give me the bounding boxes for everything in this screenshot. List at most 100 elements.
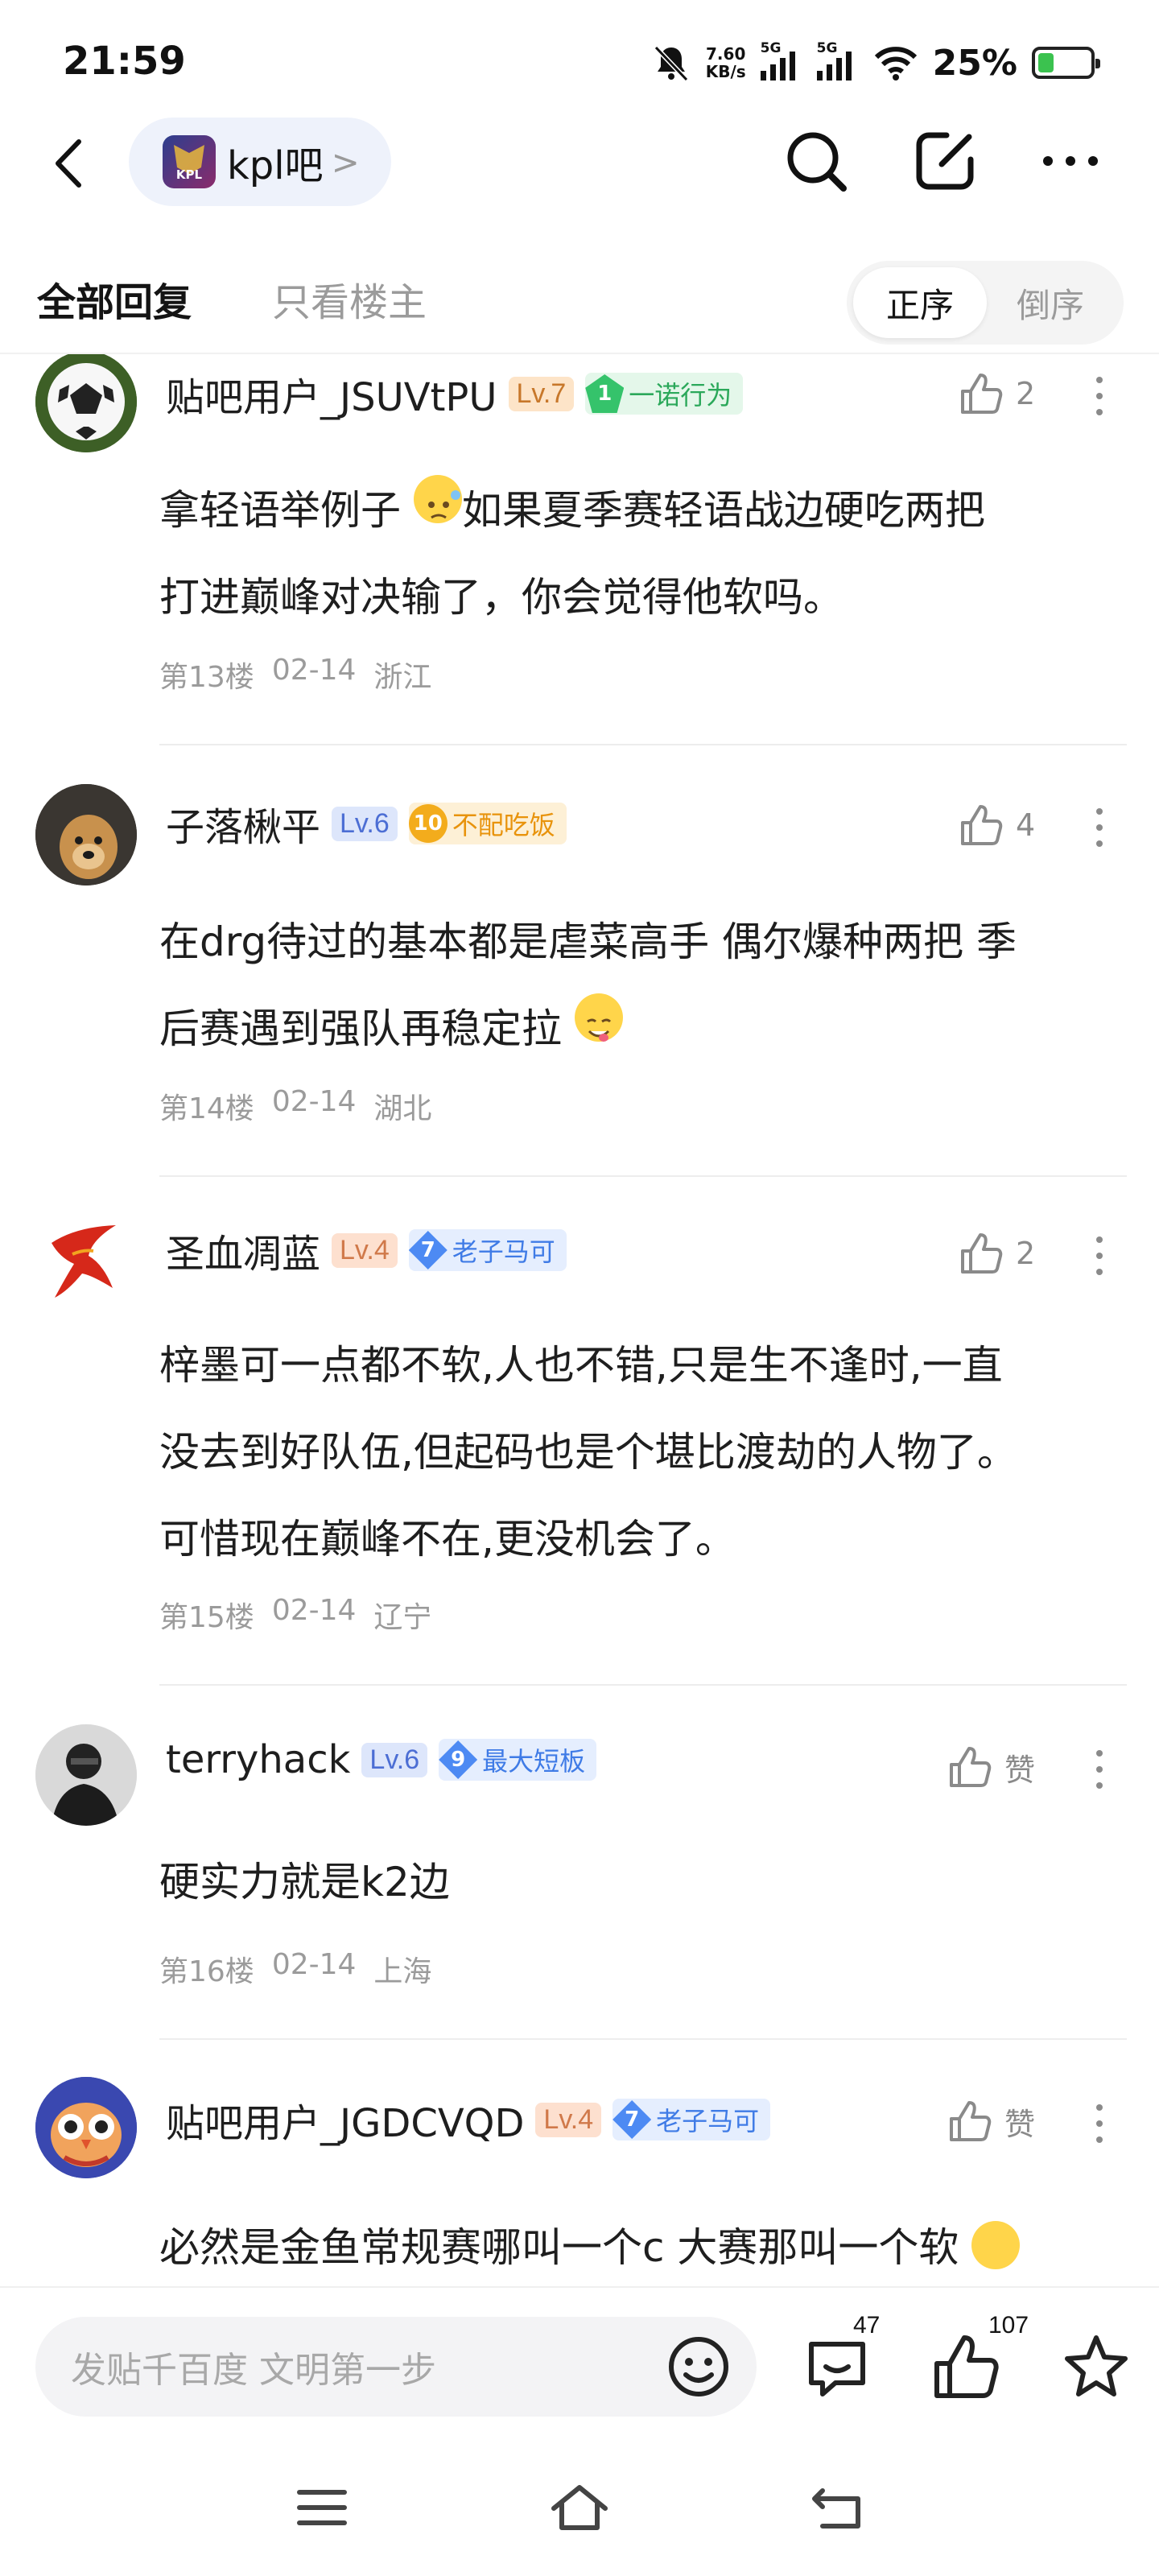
level-badge: Lv.4 (332, 1232, 398, 1268)
star-icon[interactable] (1056, 2326, 1136, 2407)
reply-input[interactable]: 发贴千百度 文明第一步 (35, 2317, 757, 2417)
home-icon[interactable] (547, 2479, 612, 2536)
level-badge: Lv.7 (508, 376, 575, 411)
reply-location: 辽宁 (373, 1601, 432, 1634)
member-badge: 1 一诺行为 (585, 373, 744, 415)
more-options-icon[interactable] (1095, 1750, 1104, 1789)
avatar[interactable] (35, 2077, 137, 2178)
dog-avatar-icon (35, 784, 137, 886)
username[interactable]: 圣血凋蓝 (166, 1222, 320, 1278)
reply-item: 子落楸平 Lv.6 10 不配吃饭 4 在drg待过的基本都是虐菜高手 偶尔爆种… (0, 749, 1159, 1190)
reply-list: 贴吧用户_JSUVtPU Lv.7 1 一诺行为 2 拿轻语举例子 如果夏季赛轻… (0, 354, 1159, 2286)
thumbs-up-icon (961, 1233, 1003, 1274)
username[interactable]: 贴吧用户_JSUVtPU (166, 365, 497, 422)
forum-entry-button[interactable]: KPL kpl吧 > (129, 118, 391, 206)
back-icon[interactable] (47, 137, 92, 190)
forum-logo: KPL (163, 135, 216, 188)
diamond-icon: 9 (439, 1740, 478, 1779)
menu-icon[interactable] (290, 2479, 354, 2536)
like-button[interactable]: 2 (958, 370, 1035, 417)
divider (159, 744, 1127, 745)
reply-location: 上海 (373, 1955, 432, 1988)
blood-logo-avatar-icon (35, 1211, 137, 1312)
mute-bell-icon (654, 45, 688, 82)
status-icons: 7.60 KB/s 5G 5G 25% (651, 39, 1100, 87)
like-button[interactable]: 4 (958, 802, 1035, 848)
reply-date: 02-14 (271, 1948, 357, 1981)
thumbs-up-icon (950, 2101, 992, 2141)
avatar[interactable] (35, 1211, 137, 1312)
avatar[interactable] (35, 784, 137, 886)
more-options-icon[interactable] (1095, 377, 1104, 415)
thumbs-up-icon (961, 374, 1003, 414)
signal-icon: 5G (760, 40, 802, 80)
signal-icon: 5G (816, 40, 859, 80)
reply-meta: 第13楼 02-14 浙江 (159, 654, 431, 696)
reply-content: 必然是金鱼常规赛哪叫一个c 大赛那叫一个软 (159, 2204, 1101, 2286)
floor-number: 第13楼 (159, 661, 254, 694)
like-button[interactable]: 2 (958, 1230, 1035, 1277)
reply-item: 贴吧用户_JSUVtPU Lv.7 1 一诺行为 2 拿轻语举例子 如果夏季赛轻… (0, 354, 1159, 749)
more-icon[interactable] (1032, 122, 1109, 200)
avatar[interactable] (35, 354, 137, 452)
member-badge: 7 老子马可 (408, 1229, 567, 1271)
wifi-icon (874, 47, 917, 80)
battery-icon (1032, 47, 1100, 79)
coin-icon: 10 (408, 804, 448, 843)
member-badge: 10 不配吃饭 (408, 803, 567, 844)
owl-avatar-icon (35, 2077, 137, 2178)
floor-number: 第15楼 (159, 1601, 254, 1634)
compose-icon[interactable] (906, 122, 984, 200)
reply-item: terryhack Lv.6 9 最大短板 赞 硬实力就是k2边 第16楼 02… (0, 1721, 1159, 2075)
level-badge: Lv.6 (332, 806, 398, 841)
reply-location: 浙江 (373, 661, 432, 694)
clock: 21:59 (63, 39, 186, 84)
reply-item: 圣血凋蓝 Lv.4 7 老子马可 2 梓墨可一点都不软,人也不错,只是生不逢时,… (0, 1190, 1159, 1721)
search-icon[interactable] (777, 122, 855, 200)
person-avatar-icon (35, 1724, 137, 1826)
floor-number: 第16楼 (159, 1955, 254, 1988)
username[interactable]: 子落楸平 (166, 795, 320, 852)
like-button[interactable]: 赞 (947, 2098, 1035, 2145)
comment-count: 47 (853, 2312, 881, 2339)
like-count: 107 (988, 2312, 1029, 2339)
level-badge: Lv.4 (535, 2102, 602, 2137)
network-speed: 7.60 KB/s (705, 44, 746, 81)
member-badge: 9 最大短板 (439, 1739, 597, 1781)
more-options-icon[interactable] (1095, 808, 1104, 847)
back-nav-icon[interactable] (805, 2479, 869, 2536)
thumbs-up-icon (950, 1747, 992, 1787)
reply-meta: 第15楼 02-14 辽宁 (159, 1594, 431, 1636)
divider (159, 1175, 1127, 1177)
divider (159, 2038, 1127, 2040)
tab-all-replies[interactable]: 全部回复 (37, 270, 192, 327)
reply-date: 02-14 (271, 1594, 357, 1627)
level-badge: Lv.6 (361, 1742, 428, 1777)
reply-content: 硬实力就是k2边 (159, 1859, 450, 1905)
floor-number: 第14楼 (159, 1092, 254, 1125)
order-toggle: 正序 倒序 (847, 261, 1124, 345)
reply-content: 在drg待过的基本都是虐菜高手 偶尔爆种两把 季 后赛遇到强队再稳定拉 (159, 919, 1017, 1052)
battery-percent: 25% (932, 42, 1017, 84)
username[interactable]: 贴吧用户_JGDCVQD (166, 2091, 524, 2148)
emoji-picker-icon[interactable] (663, 2331, 734, 2402)
like-button[interactable]: 赞 (947, 1744, 1035, 1790)
order-desc-button[interactable]: 倒序 (984, 267, 1117, 338)
soccer-ball-avatar-icon (35, 354, 137, 452)
thumbs-up-icon (961, 805, 1003, 845)
reply-meta: 第14楼 02-14 湖北 (159, 1085, 431, 1127)
reply-date: 02-14 (271, 654, 357, 687)
more-options-icon[interactable] (1095, 1236, 1104, 1275)
more-options-icon[interactable] (1095, 2104, 1104, 2143)
order-asc-button[interactable]: 正序 (853, 267, 987, 338)
reply-item: 贴吧用户_JGDCVQD Lv.4 7 老子马可 赞 必然是金鱼常规赛哪叫一个c… (0, 2075, 1159, 2286)
emoji-icon (971, 2221, 1021, 2269)
forum-name: kpl吧 (227, 143, 324, 188)
reply-location: 湖北 (373, 1092, 432, 1125)
avatar[interactable] (35, 1724, 137, 1826)
diamond-icon: 7 (408, 1231, 448, 1269)
reply-content: 拿轻语举例子 如果夏季赛轻语战边硬吃两把 打进巅峰对决输了，你会觉得他软吗。 (159, 467, 1101, 641)
tab-op-only[interactable]: 只看楼主 (272, 270, 427, 327)
username[interactable]: terryhack (166, 1737, 350, 1782)
gem-icon: 1 (585, 374, 625, 413)
